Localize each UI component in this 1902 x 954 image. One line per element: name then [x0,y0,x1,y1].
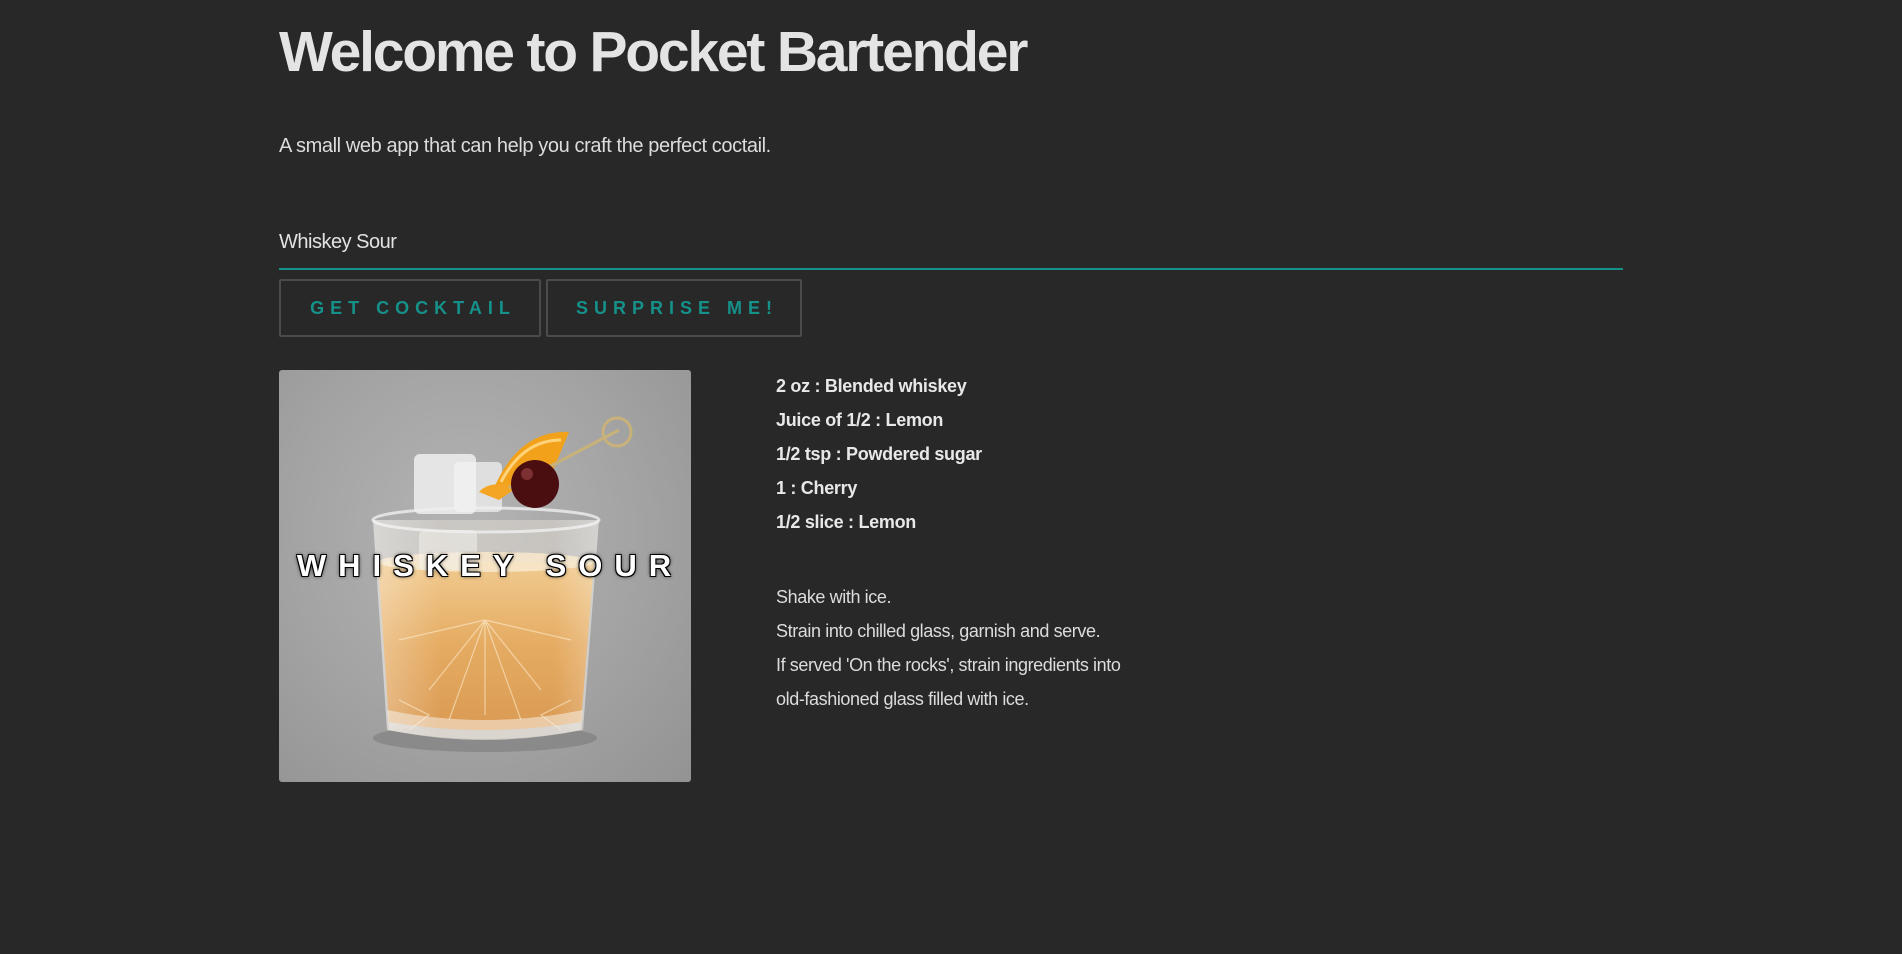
page-subtitle: A small web app that can help you craft … [279,135,771,157]
ingredient-item: 1/2 slice : Lemon [776,512,916,532]
instruction-line: Strain into chilled glass, garnish and s… [776,621,1101,641]
page: Welcome to Pocket Bartender A small web … [0,0,1902,954]
drink-name-overlay: WHISKEY SOUR [296,548,684,583]
page-title: Welcome to Pocket Bartender [279,20,1028,84]
instruction-line: If served 'On the rocks', strain ingredi… [776,655,1121,675]
ingredient-item: 1/2 tsp : Powdered sugar [776,444,982,464]
instruction-line: old-fashioned glass filled with ice. [776,689,1029,709]
ingredient-item: 1 : Cherry [776,478,858,498]
ingredient-item: Juice of 1/2 : Lemon [776,410,944,430]
ingredient-list: 2 oz : Blended whiskey Juice of 1/2 : Le… [776,369,982,539]
drink-image-card: WHISKEY SOUR [279,370,691,782]
cocktail-search-input[interactable] [279,222,1623,262]
surprise-me-button[interactable]: SURPRISE ME! [546,279,802,337]
get-cocktail-button[interactable]: GET COCKTAIL [279,279,541,337]
instruction-line: Shake with ice. [776,587,892,607]
search-field-wrapper [279,222,1623,270]
instruction-list: Shake with ice. Strain into chilled glas… [776,580,1121,716]
ingredient-item: 2 oz : Blended whiskey [776,376,967,396]
